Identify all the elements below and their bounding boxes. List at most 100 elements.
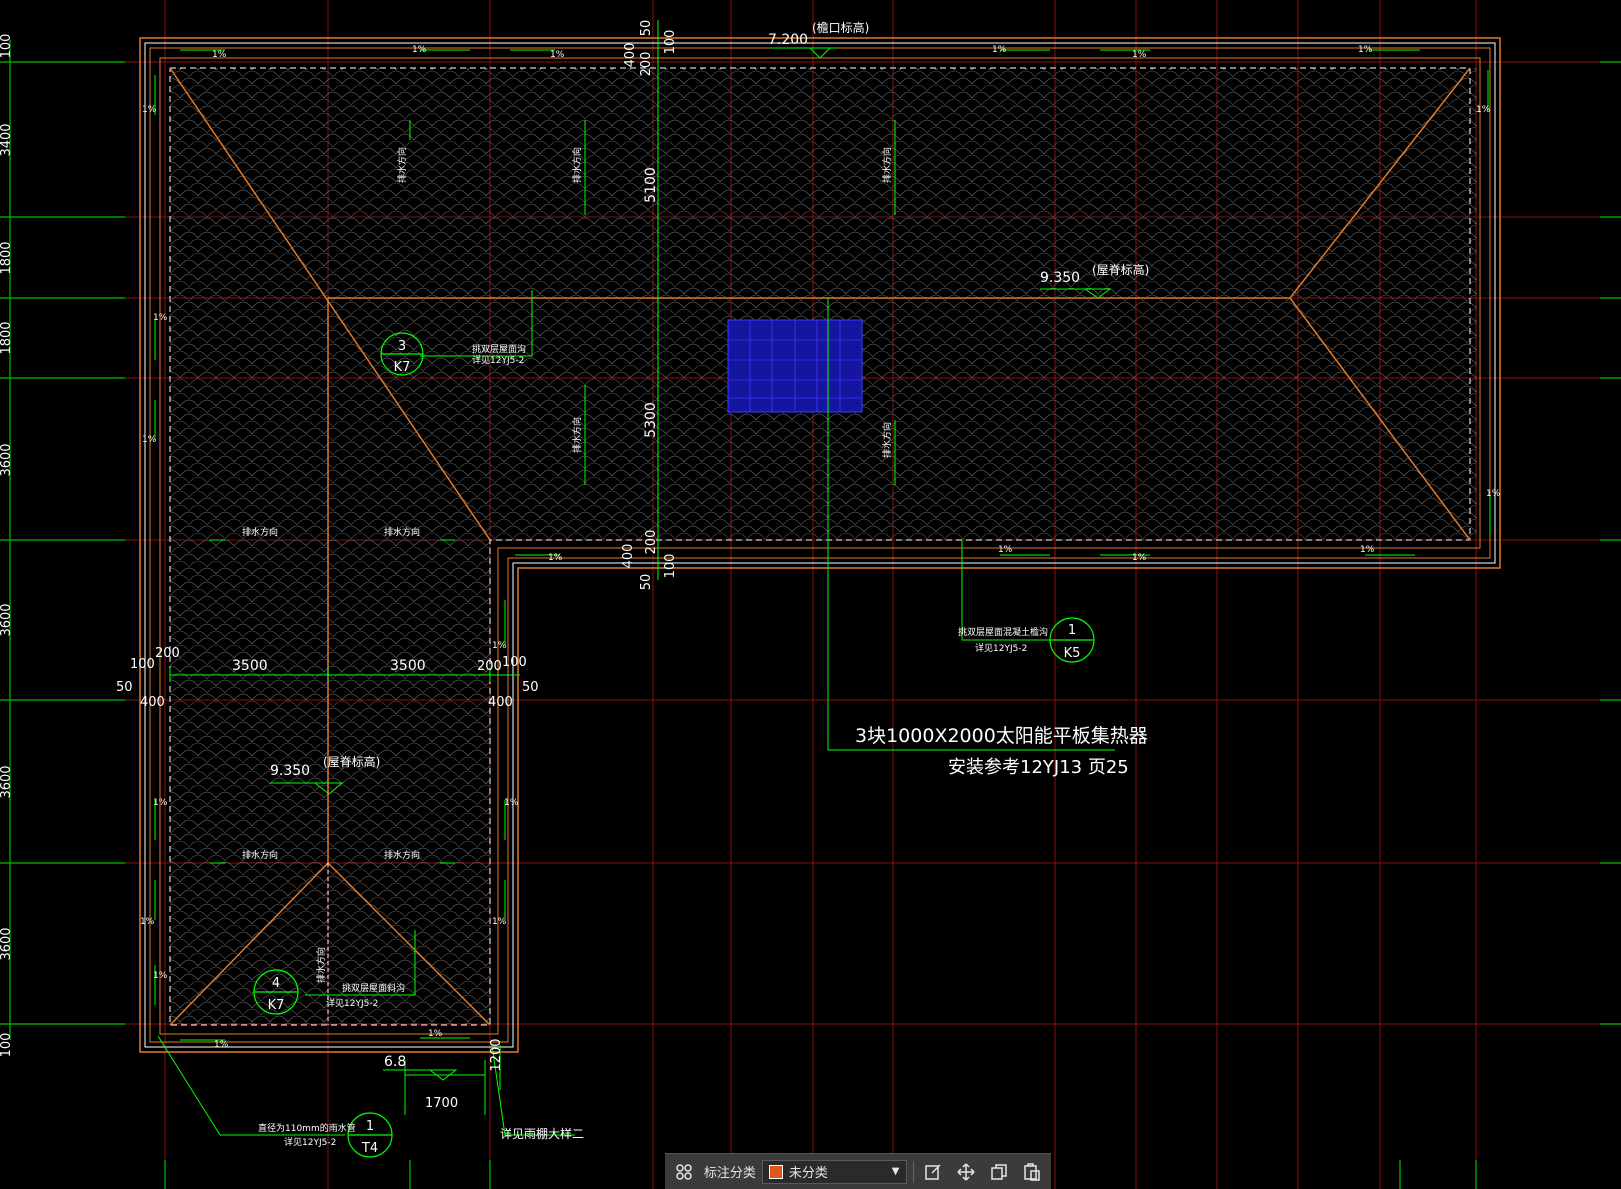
vdim-5100: 5100: [643, 167, 659, 203]
category-dropdown[interactable]: 未分类 ▼: [761, 1159, 907, 1184]
chevron-down-icon: ▼: [891, 1166, 900, 1177]
axis-dim-1800-a: 1800: [0, 241, 14, 274]
canopy-dim-1700: 1700: [425, 1096, 458, 1111]
drain-direction-label: 排水方向: [384, 526, 420, 538]
hdim-100-right: 100: [502, 655, 527, 670]
drain-direction-label: 排水方向: [396, 147, 408, 183]
move-icon[interactable]: [952, 1158, 979, 1186]
drain-direction-label: 排水方向: [571, 147, 583, 183]
solar-collector-panels[interactable]: [727, 319, 863, 413]
ridge-elevation-top: 9.350: [1040, 270, 1080, 286]
annotation-toolbar: 标注分类 未分类 ▼: [665, 1153, 1051, 1189]
axis-dim-100-top: 100: [0, 34, 14, 59]
category-selected: 未分类: [788, 1166, 828, 1181]
callout-k7-top-num: 3: [398, 339, 406, 354]
annotation-category-label: 标注分类: [703, 1166, 756, 1181]
drain-direction-label: 排水方向: [384, 849, 420, 861]
slope-label: 1%: [1476, 105, 1491, 115]
slope-label: 1%: [153, 798, 168, 808]
axis-dim-100-bottom: 100: [0, 1033, 14, 1058]
grid-icon[interactable]: [671, 1158, 698, 1186]
slope-label: 1%: [550, 50, 565, 60]
drain-direction-label: 排水方向: [242, 526, 278, 538]
hdim-50-right: 50: [522, 680, 539, 695]
slope-label: 1%: [212, 50, 227, 60]
slope-label: 1%: [548, 553, 563, 563]
callout-k7-bottom-sheet: K7: [268, 998, 285, 1013]
eave-elevation: 7.200: [768, 32, 808, 48]
hdim-3500-a: 3500: [232, 658, 268, 674]
axis-dim-3600-b: 3600: [0, 603, 14, 636]
callout-k5-sheet: K5: [1064, 646, 1081, 661]
category-color-swatch: [768, 1164, 783, 1179]
slope-label: 1%: [1486, 489, 1501, 499]
drain-direction-label: 排水方向: [881, 422, 893, 458]
vdim-400-bottom: 400: [621, 544, 636, 569]
callout-t4-line1: 直径为110mm的雨水管: [258, 1122, 356, 1134]
vdim-200-bottom: 200: [644, 530, 659, 555]
vdim-100-top: 100: [663, 30, 678, 55]
slope-label: 1%: [1358, 45, 1373, 55]
ridge-note-top: (屋脊标高): [1092, 262, 1149, 277]
axis-dim-3400: 3400: [0, 123, 14, 156]
slope-label: 1%: [142, 435, 157, 445]
hdim-400-right: 400: [488, 695, 513, 710]
slope-label: 1%: [992, 45, 1007, 55]
slope-label: 1%: [140, 917, 155, 927]
canopy-detail-note: 详见雨棚大样二: [500, 1126, 584, 1141]
axis-dim-3600-a: 3600: [0, 443, 14, 476]
vdim-50-top: 50: [639, 20, 654, 37]
cad-drawing-canvas[interactable]: 3400 1800 1800 3600 3600 3600 3600 100 1…: [0, 0, 1621, 1189]
slope-label: 1%: [492, 641, 507, 651]
vdim-50-bottom: 50: [639, 574, 654, 591]
callout-k5-line2: 详见12YJ5-2: [975, 642, 1027, 654]
ridge-elevation-left: 9.350: [270, 763, 310, 779]
callout-k7-top-line2: 详见12YJ5-2: [472, 354, 524, 366]
canopy-dim-1200: 1200: [489, 1038, 504, 1071]
slope-label: 1%: [504, 798, 519, 808]
hdim-200-right: 200: [477, 659, 502, 674]
drain-direction-label: 排水方向: [315, 947, 327, 983]
paste-icon[interactable]: [1018, 1158, 1045, 1186]
callout-k7-bottom-line1: 挑双层屋面斜沟: [342, 982, 405, 994]
solar-collector-label: 3块1000X2000太阳能平板集热器: [855, 725, 1148, 747]
hdim-400-left: 400: [140, 695, 165, 710]
callout-k7-top-sheet: K7: [394, 360, 411, 375]
callout-t4-sheet: T4: [361, 1141, 378, 1156]
slope-label: 1%: [412, 45, 427, 55]
slope-label: 1%: [142, 105, 157, 115]
solar-install-ref: 安装参考12YJ13 页25: [948, 757, 1129, 778]
edit-icon[interactable]: [919, 1158, 946, 1186]
axis-dim-1800-b: 1800: [0, 321, 14, 354]
callout-k5-num: 1: [1068, 623, 1076, 638]
vdim-200-top: 200: [639, 52, 654, 77]
hdim-50-left: 50: [116, 680, 133, 695]
axis-dim-3600-c: 3600: [0, 765, 14, 798]
slope-label: 1%: [153, 313, 168, 323]
drain-direction-label: 排水方向: [242, 849, 278, 861]
vdim-100-bottom: 100: [663, 554, 678, 579]
copy-icon[interactable]: [985, 1158, 1012, 1186]
drain-direction-label: 排水方向: [881, 147, 893, 183]
slope-label: 1%: [153, 971, 168, 981]
callout-k7-bottom-num: 4: [272, 976, 280, 991]
slope-label: 1%: [1132, 553, 1147, 563]
hdim-100-left: 100: [130, 657, 155, 672]
slope-label: 1%: [428, 1029, 443, 1039]
slope-label: 1%: [1360, 545, 1375, 555]
callout-k7-bottom-line2: 详见12YJ5-2: [326, 997, 378, 1009]
hdim-3500-b: 3500: [390, 658, 426, 674]
toolbar-divider: [912, 1160, 914, 1183]
ridge-note-left: (屋脊标高): [323, 754, 380, 769]
vdim-400-top: 400: [623, 43, 638, 68]
callout-k7-top-line1: 挑双层屋面沟: [472, 343, 526, 355]
axis-dim-3600-d: 3600: [0, 927, 14, 960]
drain-direction-label: 排水方向: [571, 417, 583, 453]
callout-k5-line1: 挑双层屋面混凝土檐沟: [958, 626, 1048, 638]
slope-label: 1%: [492, 917, 507, 927]
slope-label: 1%: [214, 1040, 229, 1050]
hdim-200-left: 200: [155, 646, 180, 661]
callout-t4-num: 1: [366, 1119, 374, 1134]
slope-label: 1%: [998, 545, 1013, 555]
roof-plan[interactable]: [139, 37, 1501, 1053]
